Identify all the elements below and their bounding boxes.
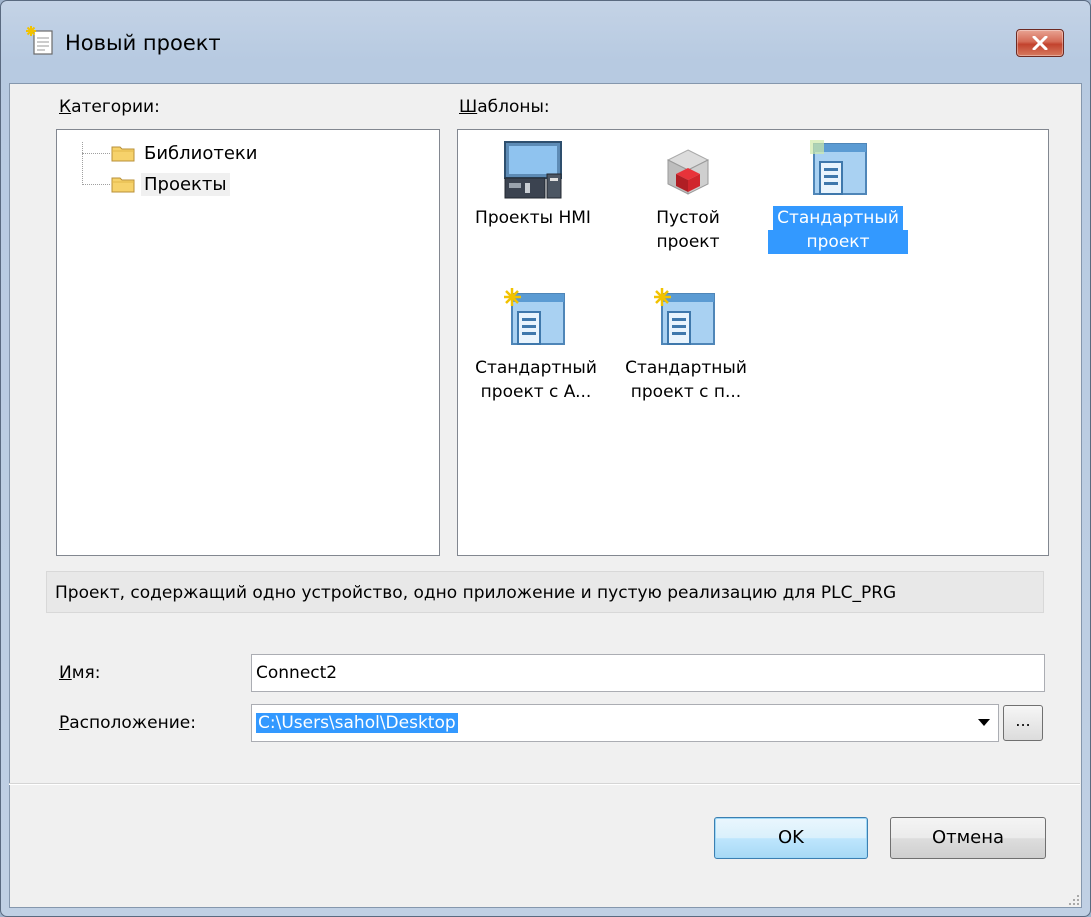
close-button[interactable]: [1016, 29, 1064, 57]
template-caption: Стандартный: [625, 358, 747, 378]
templates-list[interactable]: Проекты HMI Пустой проект Стандартный пр…: [457, 129, 1049, 556]
new-project-dialog: Новый проект Категории: Библиотеки Проек…: [0, 0, 1091, 917]
template-standard-project-p[interactable]: Стандартный проект с п...: [611, 288, 761, 404]
template-caption: проект с A...: [480, 382, 592, 402]
name-input[interactable]: Connect2: [251, 654, 1045, 692]
separator: [9, 783, 1080, 785]
chevron-down-icon[interactable]: [976, 718, 992, 728]
template-empty-project[interactable]: Пустой проект: [613, 138, 763, 254]
template-description: Проект, содержащий одно устройство, одно…: [46, 571, 1044, 613]
name-label: Имя:: [59, 663, 101, 683]
tree-item-label: Библиотеки: [144, 142, 258, 164]
tree-item-label: Проекты: [141, 172, 230, 196]
location-combobox[interactable]: C:\Users\sahol\Desktop: [251, 704, 999, 742]
template-caption: проект: [656, 232, 720, 252]
dialog-title: Новый проект: [65, 31, 221, 55]
browse-button[interactable]: ...: [1003, 705, 1043, 741]
template-caption: Проекты HMI: [475, 208, 591, 228]
standard-project-icon: [654, 288, 715, 345]
resize-grip-icon[interactable]: [1066, 892, 1080, 906]
cancel-button[interactable]: Отмена: [890, 817, 1046, 859]
template-caption: проект с п...: [630, 382, 742, 402]
close-icon: [1032, 36, 1048, 50]
template-standard-project[interactable]: Стандартный проект: [763, 138, 913, 254]
tree-item-libraries[interactable]: Библиотеки: [111, 140, 261, 166]
tree-item-projects[interactable]: Проекты: [111, 171, 230, 197]
hmi-project-icon: [504, 141, 562, 199]
template-caption: Стандартный: [773, 206, 903, 230]
standard-project-icon: [504, 288, 565, 345]
categories-label: Категории:: [59, 97, 160, 117]
folder-icon: [111, 146, 135, 162]
template-caption: Стандартный: [475, 358, 597, 378]
empty-project-icon: [666, 149, 710, 195]
template-hmi-projects[interactable]: Проекты HMI: [458, 138, 608, 230]
folder-icon: [111, 177, 135, 193]
location-value: C:\Users\sahol\Desktop: [256, 713, 458, 733]
location-label: Расположение:: [59, 713, 196, 733]
template-caption: проект: [767, 230, 909, 254]
title-bar[interactable]: Новый проект: [1, 1, 1090, 83]
categories-tree[interactable]: Библиотеки Проекты: [56, 129, 440, 556]
templates-label: Шаблоны:: [459, 97, 550, 117]
new-document-icon: [25, 25, 59, 59]
standard-project-icon: [810, 140, 867, 195]
template-standard-project-a[interactable]: Стандартный проект с A...: [461, 288, 611, 404]
ok-button[interactable]: OK: [714, 817, 868, 859]
template-caption: Пустой: [656, 208, 720, 228]
